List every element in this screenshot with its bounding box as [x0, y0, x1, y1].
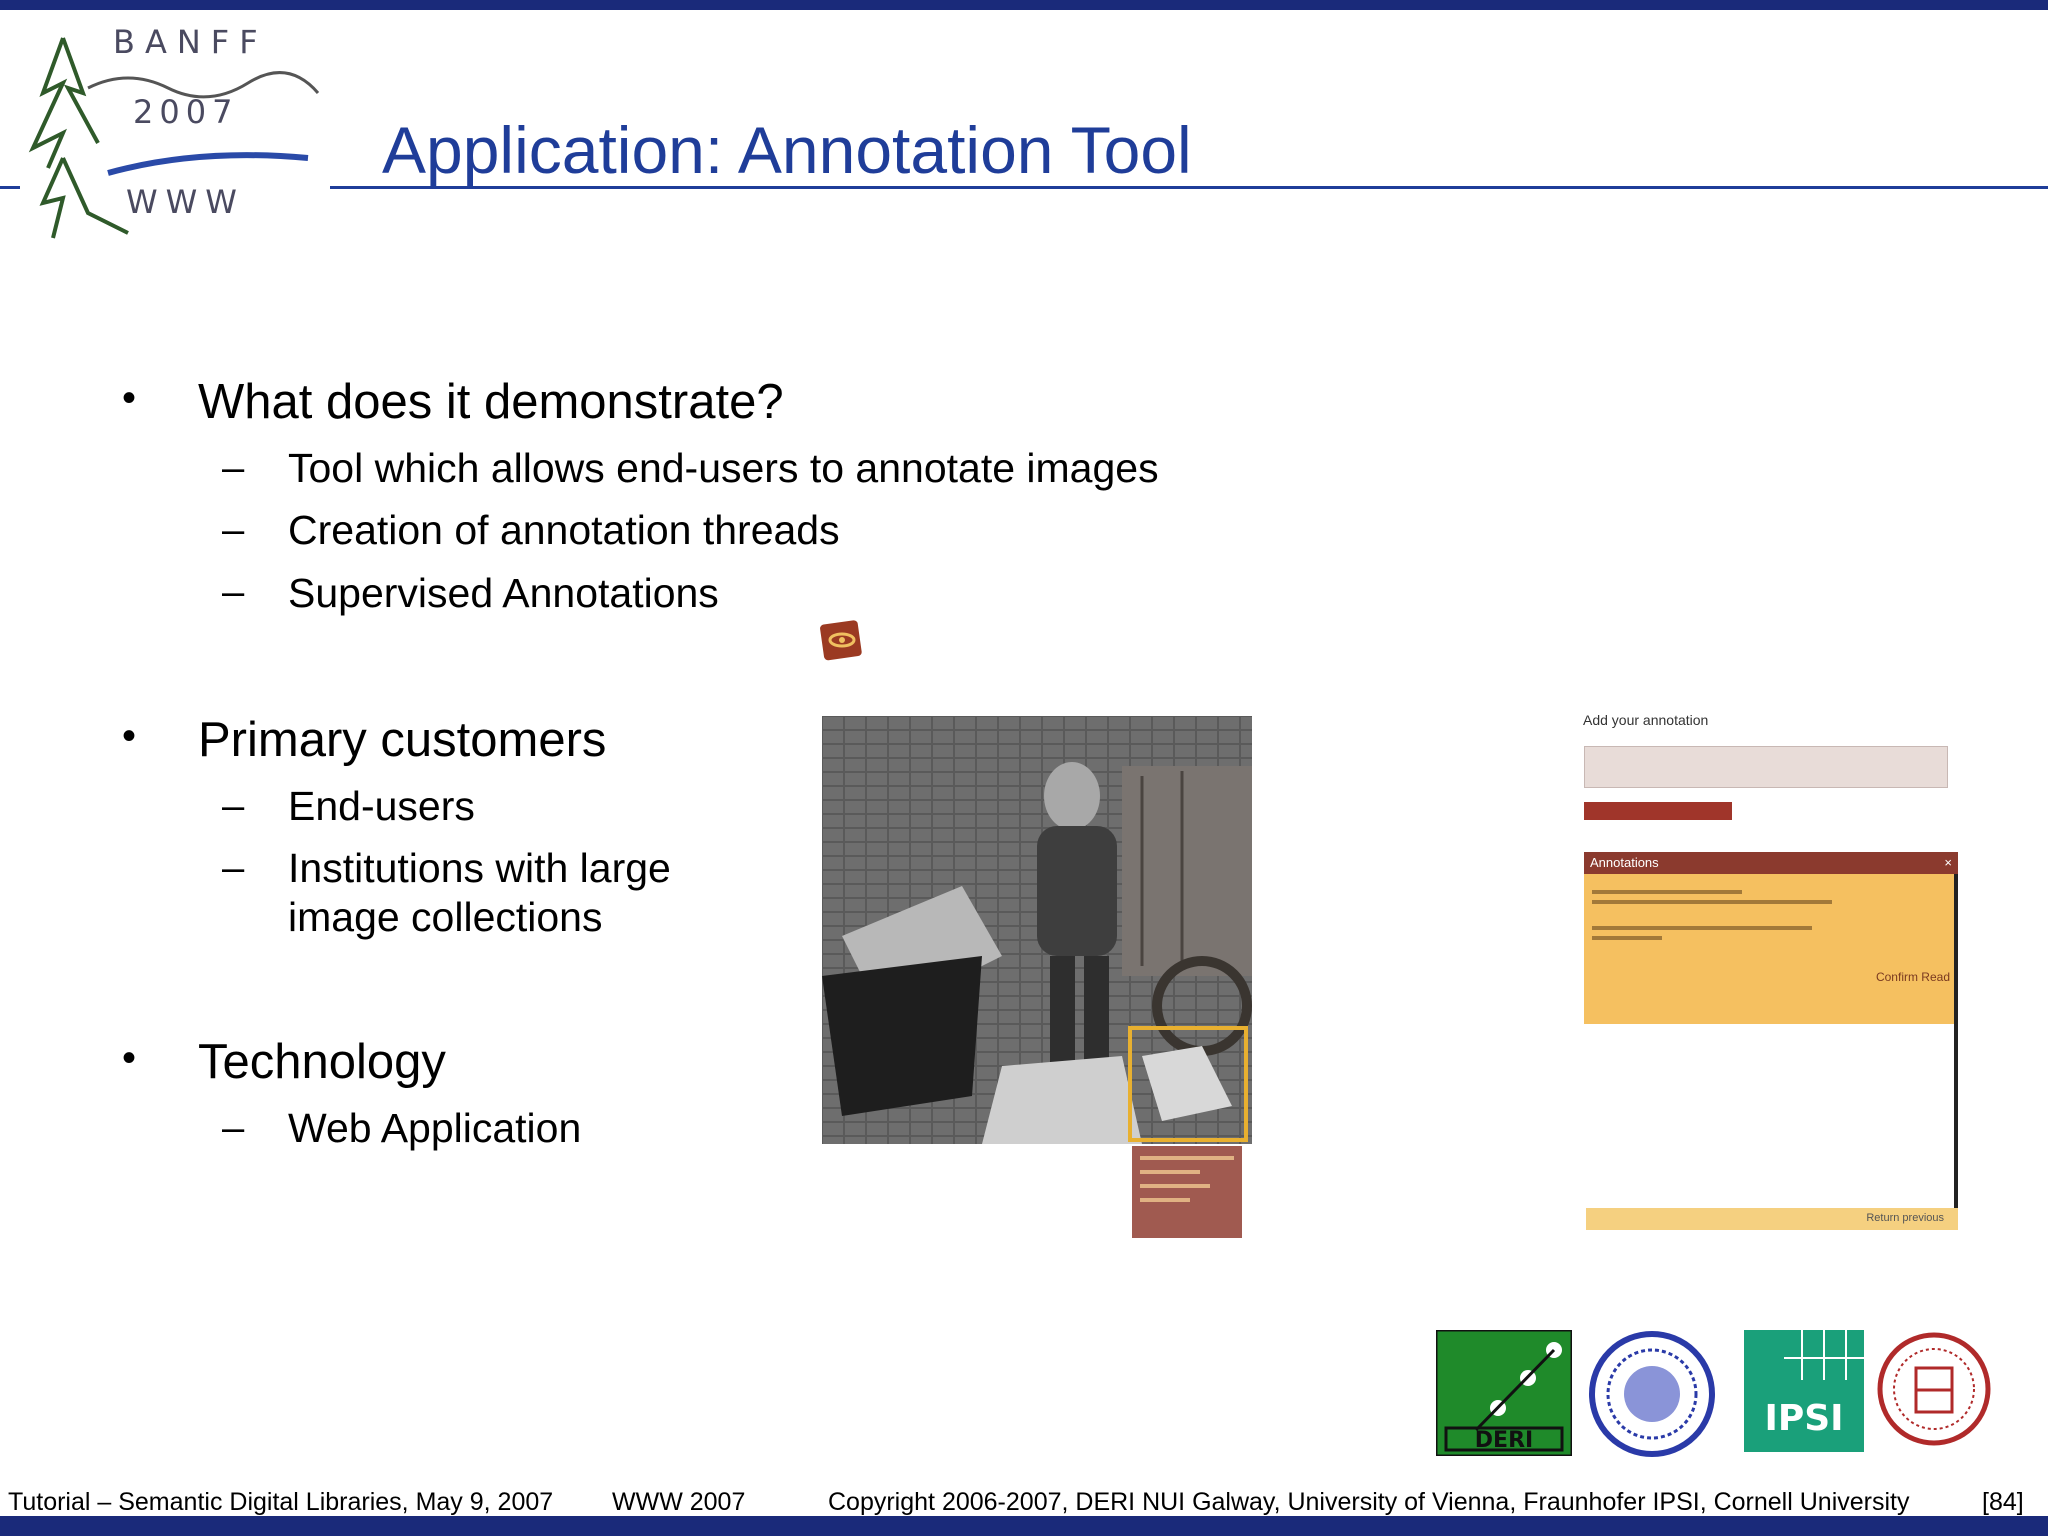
bullet-dot: •	[122, 376, 137, 420]
sub-bullet: Web Application	[288, 1105, 582, 1151]
footer-copyright: Copyright 2006-2007, DERI NUI Galway, Un…	[828, 1488, 1910, 1516]
sub-bullet-dash: –	[222, 1106, 245, 1150]
bullet-heading: What does it demonstrate?	[198, 375, 784, 429]
sub-bullet: Tool which allows end-users to annotate …	[288, 445, 1159, 491]
sub-bullet: Supervised Annotations	[288, 570, 719, 616]
footer-event: WWW 2007	[612, 1488, 746, 1516]
panel-header-label: Annotations	[1590, 855, 1659, 870]
sub-bullet: Institutions with large	[288, 845, 671, 891]
ipsi-logo: IPSI	[1744, 1330, 1864, 1452]
footer-tutorial: Tutorial – Semantic Digital Libraries, M…	[8, 1488, 554, 1516]
deri-logo: DERI	[1436, 1330, 1572, 1456]
sub-bullet-dash: –	[222, 446, 245, 490]
vienna-seal-logo	[1589, 1331, 1715, 1457]
cornell-seal-logo	[1877, 1332, 1991, 1446]
banff-logo: BANFF 2007 WWW	[28, 23, 320, 239]
panel-scrollbar[interactable]	[1954, 874, 1958, 1230]
deri-logo-text: DERI	[1475, 1428, 1533, 1453]
annotation-input[interactable]	[1584, 746, 1948, 788]
bullet-dot: •	[122, 1036, 137, 1080]
sub-bullet: Creation of annotation threads	[288, 507, 840, 553]
annotation-note	[1132, 1146, 1242, 1238]
top-bar	[0, 0, 2048, 10]
panel-footer: Return previous	[1586, 1208, 1958, 1230]
bottom-bar	[0, 1516, 2048, 1536]
sub-bullet-continued: image collections	[288, 894, 603, 940]
annotation-body: Confirm Read	[1584, 874, 1958, 1024]
return-previous-link[interactable]: Return previous	[1866, 1212, 1944, 1224]
sub-bullet-dash: –	[222, 846, 245, 890]
annotation-panel: Add your annotation Annotations × Confir…	[1578, 712, 1958, 1232]
sub-bullet-dash: –	[222, 508, 245, 552]
panel-header-bar: Annotations ×	[1584, 852, 1958, 874]
logo-line1: BANFF	[113, 23, 268, 61]
annotation-marker-icon	[820, 620, 862, 661]
title-rule-left	[0, 186, 20, 189]
annotated-photo	[822, 716, 1252, 1144]
ipsi-logo-text: IPSI	[1764, 1398, 1843, 1439]
close-icon[interactable]: ×	[1944, 852, 1952, 874]
sub-bullet-dash: –	[222, 570, 245, 614]
logo-line3: WWW	[126, 183, 245, 221]
bullet-heading: Primary customers	[198, 713, 607, 767]
panel-heading: Add your annotation	[1583, 712, 1709, 728]
bullet-heading: Technology	[198, 1035, 446, 1089]
confirm-read-link[interactable]: Confirm Read	[1876, 970, 1950, 984]
logo-line2: 2007	[133, 93, 238, 131]
sub-bullet: End-users	[288, 783, 475, 829]
bullet-dot: •	[122, 714, 137, 758]
footer-page-number: [84]	[1982, 1488, 2024, 1516]
submit-annotation-button[interactable]	[1584, 802, 1732, 820]
sub-bullet-dash: –	[222, 784, 245, 828]
slide-title: Application: Annotation Tool	[382, 113, 1192, 187]
